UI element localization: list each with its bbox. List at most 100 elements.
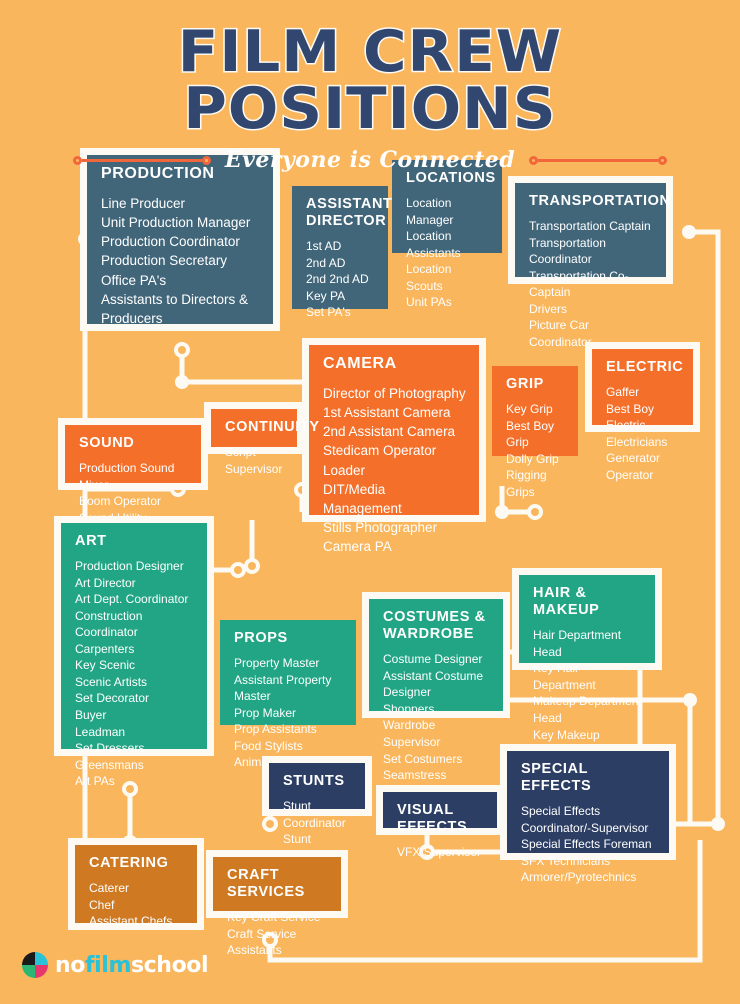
role-item: Gaffer [606,385,640,400]
department-title: ELECTRIC [606,359,684,375]
role-item: Electricians [606,434,668,449]
department-card-catering[interactable]: CATERING Caterer Chef Assistant Chefs [68,838,204,930]
infographic-canvas: FILM CREW POSITIONS Everyone is Connecte… [0,0,740,1004]
department-roles: Transportation Captain Transportation Coo… [529,218,654,350]
role-item: Unit PAs [406,295,452,310]
role-item: Craft Service Assistants [227,926,297,958]
role-item: Production Secretary [101,253,228,269]
department-title: STUNTS [283,773,345,789]
role-item: 2nd 2nd AD [306,272,369,287]
role-item: Assistant Costume Designer [383,668,484,700]
department-card-special-effects[interactable]: SPECIAL EFFECTS Special Effects Coordina… [500,744,676,884]
role-item: Assistant Chefs [89,914,173,929]
department-card-transportation[interactable]: TRANSPORTATION Transportation Captain Tra… [508,176,673,349]
role-item: Makeup Department Head [533,694,642,725]
logo-text-film: film [84,952,131,978]
department-title: GRIP [506,376,544,392]
department-title: CONTINUITY [225,419,320,435]
role-item: Boom Operator [79,494,162,509]
department-title: CRAFT SERVICES [227,867,305,901]
role-item: Line Producer [101,195,186,211]
role-item: Property Master [234,656,320,671]
subtitle-row: Everyone is Connected [0,147,740,173]
rule-bar-right [538,158,659,162]
role-item: Assistants to Directors & Producers [101,291,249,326]
department-card-sound[interactable]: SOUND Production Sound Mixer Boom Operato… [58,418,208,525]
logo-text-no: no [55,952,85,978]
logo-quadrant-cyan [35,952,48,965]
role-item: Special Effects Coordinator/-Supervisor [521,804,649,835]
role-item: Best Boy Electric [606,401,655,433]
department-card-props[interactable]: PROPS Property Master Assistant Property … [220,620,356,769]
role-item: Production Sound Mixer [79,461,175,492]
role-item: Buyer [75,708,107,723]
role-item: Transportation Coordinator [529,235,606,267]
role-item: Best Boy Grip [506,418,555,450]
role-item: Carpenters [75,641,135,656]
department-roles: Script Supervisor [225,444,285,477]
department-title: ART [75,533,107,549]
page-subtitle: Everyone is Connected [224,147,516,173]
department-title: TRANSPORTATION [529,193,671,209]
role-item: Prop Maker [234,705,297,720]
logo-quadrant-pink [35,965,48,978]
role-item: Assistant Property Master [234,672,332,704]
role-item: Stedicam Operator [323,443,437,459]
department-title: COSTUMES & WARDROBE [383,609,486,643]
department-card-art[interactable]: ART Production Designer Art Director Art D… [54,516,214,788]
logo-wordmark: nofilmschool [55,952,209,978]
role-item: Special Effects Foreman [521,837,652,852]
role-item: 1st AD [306,239,342,254]
department-card-assistant-director[interactable]: ASSISTANT DIRECTOR 1st AD 2nd AD 2nd 2nd A… [292,186,392,319]
role-item: Caterer [89,881,130,896]
role-item: Office PA's [101,272,167,288]
role-item: Armorer/Pyrotechnics [521,870,637,885]
department-card-hair-makeup[interactable]: HAIR & MAKEUP Hair Department Head Key Ha… [512,568,662,791]
role-item: Drivers [529,301,567,316]
department-roles: Costume Designer Assistant Costume Design… [383,651,491,783]
department-title: PROPS [234,630,288,646]
logo-quadrant-green [22,965,35,978]
department-roles: Property Master Assistant Property Master… [234,655,344,771]
rule-dot-right-outer [658,155,668,165]
role-item: Stills Photographer [323,519,438,535]
role-item: Stunt Coordinator [283,799,346,830]
department-card-production[interactable]: PRODUCTION Line Producer Unit Production … [80,148,280,331]
department-card-continuity[interactable]: CONTINUITY Script Supervisor [204,402,320,476]
role-item: Greensmans [75,757,144,772]
role-item: Set Dressers [75,741,145,756]
department-card-grip[interactable]: GRIP Key Grip Best Boy Grip Dolly Grip Rigg… [492,366,578,499]
department-title: CATERING [89,855,169,871]
rule-dot-right-inner [529,155,539,165]
role-item: Hair Department Head [533,628,622,659]
department-card-locations[interactable]: LOCATIONS Location Manager Location Assis… [392,160,502,309]
role-item: Location Manager [406,196,454,227]
department-card-electric[interactable]: ELECTRIC Gaffer Best Boy Electric Electric… [585,342,700,482]
department-card-camera[interactable]: CAMERA Director of Photography 1st Assist… [302,338,486,554]
role-item: Generator Operator [606,451,661,482]
department-roles: 1st AD 2nd AD 2nd 2nd AD Key PA Set PA's [306,238,376,321]
department-roles: Caterer Chef Assistant Chefs [89,880,185,930]
department-card-craft-services[interactable]: CRAFT SERVICES Key Craft Service Craft Se… [206,850,348,957]
logo-circle-icon [22,952,48,978]
role-item: 2nd Assistant Camera [323,424,456,440]
role-item: Set Costumers [383,751,463,766]
role-item: Food Stylists [234,738,303,753]
role-item: Loader [323,462,366,478]
role-item: Seamstress [383,768,447,783]
department-card-costumes-wardrobe[interactable]: COSTUMES & WARDROBE Costume Designer Assi… [362,592,510,782]
role-item: Transportation Co-Captain [529,268,629,300]
role-item: Leadman [75,724,126,739]
department-roles: VFX Supervisor [397,844,485,861]
department-title: VISUAL EFFECTS [397,802,468,836]
department-title: SPECIAL EFFECTS [521,761,592,795]
role-item: SFX Technicians [521,853,611,868]
logo-text-school: school [130,952,209,978]
role-item: DIT/Media Management [323,481,402,516]
department-roles: Director of Photography 1st Assistant Cam… [323,384,467,556]
department-card-visual-effects[interactable]: VISUAL EFFECTS VFX Supervisor [376,785,504,859]
department-card-stunts[interactable]: STUNTS Stunt CoordinatorStunt Performers [262,756,372,863]
nofilmschool-logo[interactable]: nofilmschool [22,952,209,978]
logo-quadrant-black [22,952,35,965]
page-title: FILM CREW POSITIONS [176,19,563,142]
